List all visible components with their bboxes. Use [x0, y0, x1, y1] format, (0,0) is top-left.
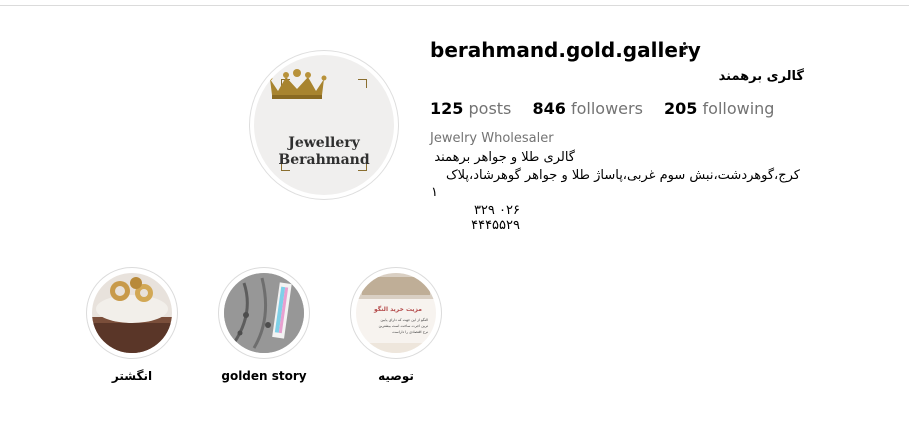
ring-highlight-cover — [92, 273, 172, 353]
profile-category: Jewelry Wholesaler — [430, 131, 554, 146]
profile-stats: 125 posts 846 followers 205 following — [430, 99, 790, 118]
more-options-icon[interactable] — [680, 42, 688, 56]
bio-line-2: کرج،گوهردشت،نبش سوم غربی،پاساژ طلا و جوا… — [446, 168, 800, 183]
profile-avatar[interactable]: Jewellery Berahmand — [250, 51, 398, 199]
crown-icon — [267, 69, 327, 99]
profile-full-name: گالری برهمند — [718, 69, 804, 84]
highlight-rings[interactable] — [87, 268, 177, 358]
profile-username: berahmand.gold.gallery — [430, 38, 701, 62]
logo-text-line1: Jewellery — [288, 135, 360, 151]
svg-text:ترین اجرت ساخت است بیشترین: ترین اجرت ساخت است بیشترین — [379, 324, 428, 328]
svg-text:نرخ اقتصادی را داراست: نرخ اقتصادی را داراست — [392, 330, 428, 334]
highlight-label-rings: انگشتر — [111, 369, 153, 383]
highlight-advice[interactable]: مزیت خرید النگو النگو از این جهت که دارا… — [351, 268, 441, 358]
logo-text-line2: Berahmand — [278, 152, 370, 168]
stat-following[interactable]: 205 following — [664, 99, 774, 118]
highlight-label-golden-story: golden story — [221, 369, 307, 383]
flyer-highlight-cover: مزیت خرید النگو النگو از این جهت که دارا… — [356, 273, 436, 353]
svg-text:النگو از این جهت که دارای پایی: النگو از این جهت که دارای پایین — [381, 317, 428, 322]
stat-posts: 125 posts — [430, 99, 512, 118]
highlight-label-advice: توصیه — [378, 369, 414, 383]
bio-line-4: ۰۲۶ ۳۲۹ ۴۴۴۵۵۲۹ — [471, 203, 520, 233]
chain-highlight-cover — [224, 273, 304, 353]
stat-followers[interactable]: 846 followers — [532, 99, 642, 118]
bio-line-3: ۱ — [431, 185, 438, 200]
svg-text:مزیت خرید النگو: مزیت خرید النگو — [373, 305, 422, 313]
bio-line-1: گالری طلا و جواهر برهمند — [434, 150, 575, 165]
avatar-logo: Jewellery Berahmand — [254, 55, 394, 195]
top-divider — [0, 5, 909, 6]
highlight-golden-story[interactable] — [219, 268, 309, 358]
